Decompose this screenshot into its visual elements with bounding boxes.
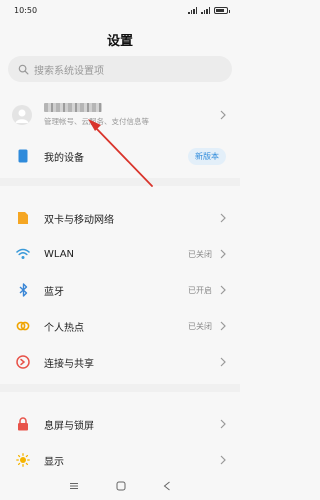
hotspot-row[interactable]: 个人热点 已关闭: [0, 308, 240, 344]
bluetooth-status: 已开启: [188, 285, 212, 295]
chevron-right-icon: [220, 249, 226, 259]
status-time: 10:50: [14, 5, 38, 15]
chevron-right-icon: [220, 110, 226, 120]
chevron-right-icon: [220, 213, 226, 223]
chevron-right-icon: [220, 357, 226, 367]
status-bar: 10:50: [0, 0, 240, 20]
back-icon[interactable]: [163, 481, 171, 491]
user-icon: [15, 109, 29, 123]
bluetooth-label: 蓝牙: [44, 286, 64, 298]
chevron-right-icon: [220, 285, 226, 295]
search-icon: [18, 64, 29, 74]
hotspot-icon: [16, 319, 30, 333]
avatar: [12, 105, 32, 125]
hotspot-label: 个人热点: [44, 322, 84, 334]
share-icon: [16, 355, 30, 369]
page-title: 设置: [106, 34, 133, 49]
lock-screen-row[interactable]: 息屏与锁屏: [0, 406, 240, 442]
bluetooth-icon: [16, 283, 30, 297]
sim-network-label: 双卡与移动网络: [44, 214, 114, 226]
bluetooth-row[interactable]: 蓝牙 已开启: [0, 272, 240, 308]
section-divider: [0, 384, 240, 392]
wifi-icon: [16, 247, 30, 261]
my-device-label: 我的设备: [44, 152, 84, 164]
new-version-badge: 新版本: [188, 147, 226, 165]
status-icons: [188, 6, 230, 14]
search-input[interactable]: 搜索系统设置项: [8, 56, 232, 82]
account-subtitle: 管理帐号、云服务、支付信息等: [44, 117, 149, 126]
signal-icon-2: [201, 6, 210, 14]
sim-network-row[interactable]: 双卡与移动网络: [0, 200, 240, 236]
menu-icon[interactable]: [69, 482, 79, 490]
my-device-row[interactable]: 我的设备 新版本: [0, 138, 240, 174]
hotspot-status: 已关闭: [188, 321, 212, 331]
chevron-right-icon: [220, 321, 226, 331]
account-row[interactable]: 管理帐号、云服务、支付信息等: [0, 94, 240, 136]
connection-sharing-label: 连接与共享: [44, 358, 94, 370]
chevron-right-icon: [220, 455, 226, 465]
wlan-row[interactable]: WLAN 已关闭: [0, 236, 240, 272]
sim-card-icon: [16, 211, 30, 225]
chevron-right-icon: [220, 419, 226, 429]
wlan-label: WLAN: [44, 248, 75, 260]
section-divider: [0, 178, 240, 186]
wlan-status: 已关闭: [188, 249, 212, 259]
account-text: 管理帐号、云服务、支付信息等: [44, 103, 220, 127]
sun-icon: [16, 453, 30, 467]
account-name-blurred: [44, 103, 102, 112]
signal-icon: [188, 6, 197, 14]
lock-screen-label: 息屏与锁屏: [44, 420, 94, 432]
search-placeholder: 搜索系统设置项: [34, 65, 104, 77]
connection-sharing-row[interactable]: 连接与共享: [0, 344, 240, 380]
home-icon[interactable]: [116, 481, 126, 491]
battery-icon: [214, 6, 230, 14]
display-label: 显示: [44, 456, 64, 468]
device-icon: [16, 149, 30, 163]
navigation-bar: [0, 472, 240, 500]
lock-icon: [16, 417, 30, 431]
